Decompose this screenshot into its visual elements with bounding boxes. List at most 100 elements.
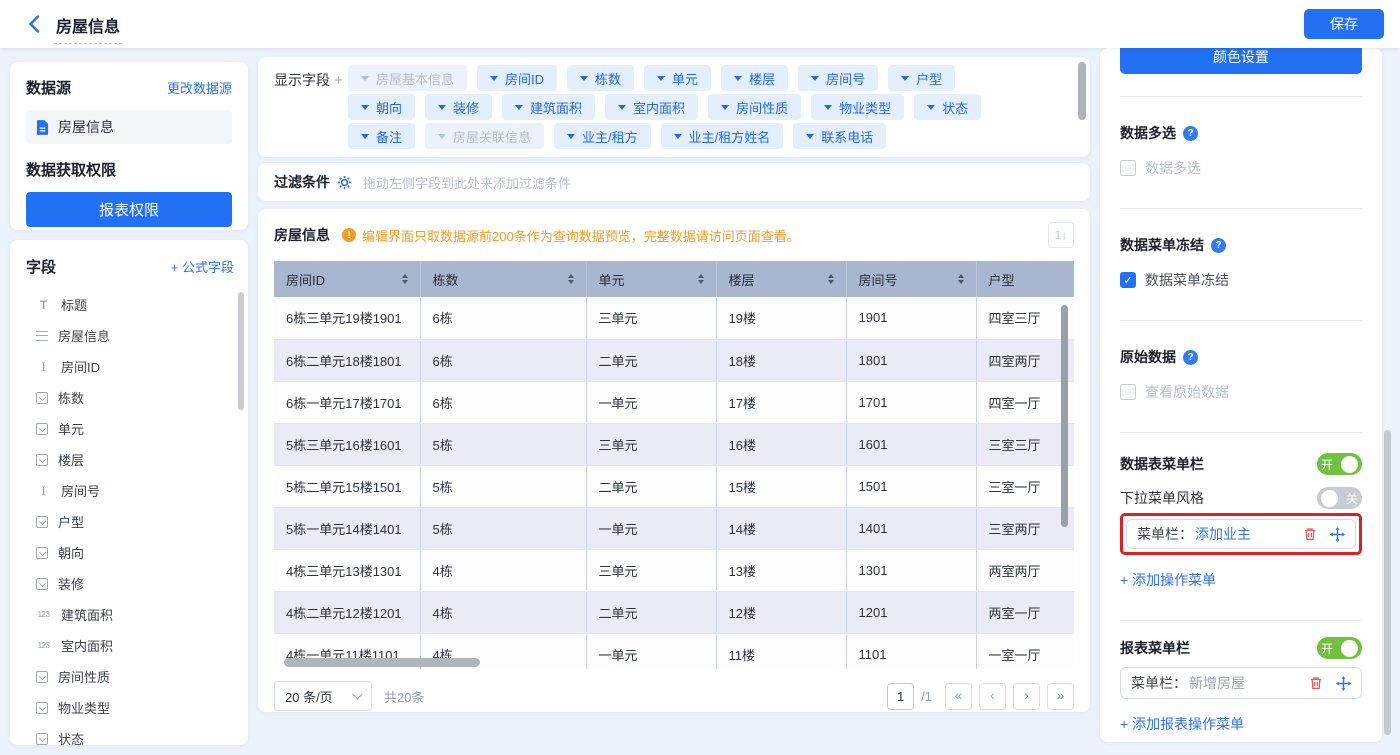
report-menu-item[interactable]: 菜单栏： 新增房屋 (1120, 667, 1362, 699)
sort-order-tool[interactable]: 1↓ (1048, 222, 1074, 248)
sort-icon[interactable] (958, 274, 964, 284)
menu-freeze-checkbox-row[interactable]: ✓ 数据菜单冻结 (1120, 270, 1362, 290)
sort-icon[interactable] (568, 274, 574, 284)
multi-select-checkbox-row[interactable]: 数据多选 (1120, 158, 1362, 178)
display-field-chip[interactable]: 房间性质 (708, 94, 801, 120)
sort-icon[interactable] (698, 274, 704, 284)
number-icon: 123 (36, 610, 51, 619)
table-header-row: 房间ID栋数单元楼层房间号户型 (274, 261, 1074, 297)
field-list-item[interactable]: 朝向 (26, 537, 234, 568)
add-action-menu-link[interactable]: + 添加操作菜单 (1120, 570, 1362, 590)
column-header[interactable]: 单元 (586, 261, 716, 297)
next-page-button[interactable]: › (1013, 683, 1040, 710)
settings-panel-scrollbar[interactable] (1384, 430, 1391, 735)
report-permission-button[interactable]: 报表权限 (26, 192, 232, 227)
display-field-chip[interactable]: 装修 (425, 94, 492, 120)
display-field-chip[interactable]: 物业类型 (811, 94, 904, 120)
report-menu-item-value[interactable]: 新增房屋 (1189, 673, 1245, 693)
move-icon[interactable] (1336, 676, 1351, 691)
field-list-item[interactable]: 123建筑面积 (26, 599, 234, 630)
add-display-field-button[interactable]: + (334, 72, 343, 89)
column-header[interactable]: 楼层 (716, 261, 846, 297)
datasource-item[interactable]: 房屋信息 (26, 110, 232, 144)
display-field-chip[interactable]: 业主/租方姓名 (661, 123, 784, 149)
display-field-chip[interactable]: 栋数 (567, 65, 634, 91)
table-menu-item[interactable]: 菜单栏： 添加业主 (1126, 519, 1356, 549)
add-formula-field-link[interactable]: + 公式字段 (171, 257, 234, 276)
multi-select-checkbox[interactable] (1120, 160, 1136, 176)
field-list-item[interactable]: T标题 (26, 289, 234, 320)
table-horizontal-scrollbar[interactable] (284, 658, 480, 667)
field-list-item[interactable]: I房间ID (26, 351, 234, 382)
chevron-down-icon (361, 134, 369, 139)
display-field-chip[interactable]: 建筑面积 (502, 94, 595, 120)
help-icon[interactable]: ? (1183, 126, 1198, 141)
display-field-chip[interactable]: 户型 (888, 65, 955, 91)
column-header[interactable]: 房间号 (846, 261, 976, 297)
display-field-chip[interactable]: 房屋基本信息 (348, 65, 467, 91)
display-field-chip[interactable]: 房间ID (477, 65, 557, 91)
field-list-item[interactable]: 装修 (26, 568, 234, 599)
help-icon[interactable]: ? (1211, 238, 1226, 253)
table-cell: 5栋 (420, 507, 586, 549)
field-list-item[interactable]: 房间性质 (26, 661, 234, 692)
field-list-item[interactable]: 123室内面积 (26, 630, 234, 661)
sort-icon[interactable] (828, 274, 834, 284)
field-list-item[interactable]: 楼层 (26, 444, 234, 475)
field-list-item[interactable]: 户型 (26, 506, 234, 537)
color-settings-button[interactable]: 颜色设置 (1120, 48, 1362, 74)
sort-icon[interactable] (402, 274, 408, 284)
column-header[interactable]: 房间ID (274, 261, 420, 297)
display-field-chip[interactable]: 单元 (644, 65, 711, 91)
dropdown-style-toggle[interactable]: 关 (1317, 487, 1362, 509)
change-datasource-link[interactable]: 更改数据源 (167, 78, 232, 97)
table-vertical-scrollbar[interactable] (1061, 305, 1068, 527)
sort-desc-arrow (402, 280, 408, 284)
chevron-down-icon (927, 105, 935, 110)
last-page-button[interactable]: » (1047, 683, 1074, 710)
column-header[interactable]: 栋数 (420, 261, 586, 297)
chip-label: 备注 (376, 127, 402, 146)
divider (1120, 208, 1362, 209)
field-list-item[interactable]: 房屋信息 (26, 320, 234, 351)
page-size-select[interactable]: 20 条/页 (274, 681, 372, 711)
add-report-action-menu-link[interactable]: + 添加报表操作菜单 (1120, 714, 1362, 734)
middle-panel-scrollbar[interactable] (1078, 62, 1086, 120)
page-number-input[interactable]: 1 (887, 683, 914, 710)
field-list-item[interactable]: 物业类型 (26, 692, 234, 723)
table-row: 4栋二单元12楼12014栋二单元12楼1201两室一厅 (274, 591, 1074, 633)
field-list-item[interactable]: 状态 (26, 723, 234, 745)
first-page-button[interactable]: « (945, 683, 972, 710)
display-field-chip[interactable]: 房间号 (798, 65, 878, 91)
field-list-item[interactable]: 栋数 (26, 382, 234, 413)
raw-data-checkbox-row[interactable]: 查看原始数据 (1120, 382, 1362, 402)
fields-list: T标题房屋信息I房间ID栋数单元楼层I房间号户型朝向装修123建筑面积123室内… (26, 289, 234, 745)
display-field-chip[interactable]: 房屋关联信息 (425, 123, 544, 149)
fields-scrollbar[interactable] (238, 292, 244, 410)
table-menu-toggle[interactable]: 开 (1317, 453, 1362, 475)
menu-freeze-checkbox[interactable]: ✓ (1120, 272, 1136, 288)
display-field-chip[interactable]: 业主/租方 (554, 123, 651, 149)
trash-icon[interactable] (1309, 676, 1323, 690)
display-field-chip[interactable]: 朝向 (348, 94, 415, 120)
back-button[interactable] (28, 15, 40, 33)
trash-icon[interactable] (1303, 527, 1317, 541)
display-field-chip[interactable]: 楼层 (721, 65, 788, 91)
display-field-chip[interactable]: 室内面积 (605, 94, 698, 120)
gear-icon[interactable] (337, 175, 352, 190)
prev-page-button[interactable]: ‹ (979, 683, 1006, 710)
help-icon[interactable]: ? (1183, 350, 1198, 365)
field-list-item[interactable]: 单元 (26, 413, 234, 444)
column-header[interactable]: 户型 (976, 261, 1074, 297)
display-field-chip[interactable]: 状态 (914, 94, 981, 120)
report-menu-toggle[interactable]: 开 (1317, 637, 1362, 659)
table-menu-item-value[interactable]: 添加业主 (1195, 524, 1251, 544)
display-field-chip[interactable]: 联系电话 (793, 123, 886, 149)
raw-data-checkbox[interactable] (1120, 384, 1136, 400)
display-field-chip[interactable]: 备注 (348, 123, 415, 149)
warning-icon: ! (342, 228, 356, 242)
save-button[interactable]: 保存 (1304, 9, 1384, 39)
field-list-item[interactable]: I房间号 (26, 475, 234, 506)
table-cell: 1301 (846, 549, 976, 591)
move-icon[interactable] (1330, 527, 1345, 542)
